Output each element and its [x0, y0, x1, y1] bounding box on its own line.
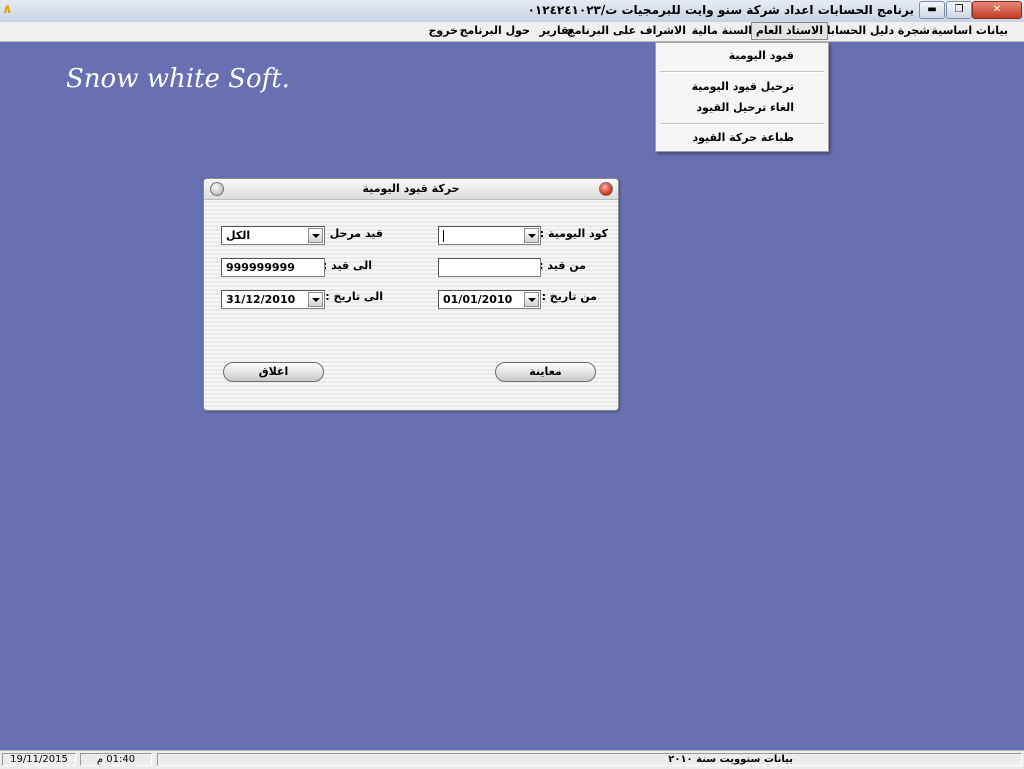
journal-movement-dialog: حركة قيود اليومية كود اليومية : قيد مرحل… — [203, 178, 619, 411]
menu-chart-of-accounts[interactable]: شجرة دليل الحسابات — [812, 23, 934, 39]
to-date-label: الى تاريخ : — [325, 290, 383, 303]
window-title: برنامج الحسابات اعداد شركة سنو وايت للبر… — [527, 3, 914, 17]
from-date-value: 01/01/2010 — [443, 293, 513, 306]
menu-about[interactable]: حول البرنامج — [456, 23, 534, 39]
to-date-picker[interactable]: 31/12/2010 — [221, 290, 325, 309]
chevron-down-icon — [528, 298, 536, 302]
to-entry-value: 999999999 — [226, 261, 295, 274]
window-titlebar: ∧ برنامج الحسابات اعداد شركة سنو وايت لل… — [0, 0, 1024, 23]
from-entry-input[interactable] — [438, 258, 541, 277]
posted-entry-value: الكل — [226, 229, 251, 242]
dropdown-separator — [660, 71, 824, 73]
brand-logo-text: Snow white Soft. — [66, 64, 290, 94]
posted-entry-dropdown-button[interactable] — [308, 228, 323, 243]
to-date-value: 31/12/2010 — [226, 293, 296, 306]
menu-program-supervision[interactable]: الاشراف على البرنامج — [563, 23, 690, 39]
close-dialog-button[interactable]: اغلاق — [223, 362, 324, 382]
menu-general-ledger[interactable]: الاستاذ العام — [750, 22, 828, 40]
text-cursor — [443, 230, 444, 242]
status-time: 01:40 م — [80, 753, 152, 766]
from-date-dropdown-button[interactable] — [524, 292, 539, 307]
to-date-dropdown-button[interactable] — [308, 292, 323, 307]
journal-code-label: كود اليومية : — [539, 227, 608, 240]
from-date-label: من تاريخ : — [541, 290, 597, 303]
chevron-down-icon — [528, 234, 536, 238]
dialog-minimize-icon[interactable] — [210, 182, 224, 196]
chevron-down-icon — [312, 298, 320, 302]
to-entry-label: الى قيد : — [322, 259, 372, 272]
dropdown-separator — [660, 123, 824, 125]
status-bar: 19/11/2015 01:40 م بيانات سنوويت سنة ٢٠١… — [0, 750, 1024, 769]
to-entry-input[interactable]: 999999999 — [221, 258, 325, 277]
journal-code-select[interactable] — [438, 226, 541, 245]
dropdown-item-print-movement[interactable]: طباعة حركة القيود — [692, 131, 794, 144]
general-ledger-dropdown: قيود اليومية ترحيل قيود اليومية الغاء تر… — [655, 42, 829, 152]
menu-fiscal-year[interactable]: السنة مالية — [688, 23, 756, 39]
posted-entry-select[interactable]: الكل — [221, 226, 325, 245]
dropdown-item-journal-entries[interactable]: قيود اليومية — [729, 49, 794, 62]
dropdown-item-post-entries[interactable]: ترحيل قيود اليومية — [692, 80, 794, 93]
restore-button[interactable]: ❐ — [946, 1, 972, 19]
journal-code-dropdown-button[interactable] — [524, 228, 539, 243]
chevron-down-icon — [312, 234, 320, 238]
dialog-titlebar: حركة قيود اليومية — [204, 179, 618, 200]
menu-exit[interactable]: خروج — [424, 23, 462, 39]
menu-basic-data[interactable]: بيانات اساسية — [927, 23, 1012, 39]
app-logo-icon: ∧ — [2, 2, 13, 17]
from-entry-label: من قيد : — [539, 259, 586, 272]
menu-reports[interactable]: تقارير — [536, 23, 577, 39]
close-button[interactable]: ✕ — [972, 1, 1022, 19]
dialog-title: حركة قيود اليومية — [362, 182, 460, 195]
from-date-picker[interactable]: 01/01/2010 — [438, 290, 541, 309]
preview-button[interactable]: معاينة — [495, 362, 596, 382]
posted-entry-label: قيد مرحل : — [321, 227, 383, 240]
status-company-data: بيانات سنوويت سنة ٢٠١٠ — [157, 753, 1022, 766]
status-date: 19/11/2015 — [2, 753, 76, 766]
menu-bar: بيانات اساسية شجرة دليل الحسابات الاستاذ… — [0, 22, 1024, 42]
dropdown-item-unpost-entries[interactable]: الغاء ترحيل القيود — [696, 101, 794, 114]
dialog-close-icon[interactable] — [599, 182, 613, 196]
minimize-button[interactable]: ▬ — [919, 1, 945, 19]
